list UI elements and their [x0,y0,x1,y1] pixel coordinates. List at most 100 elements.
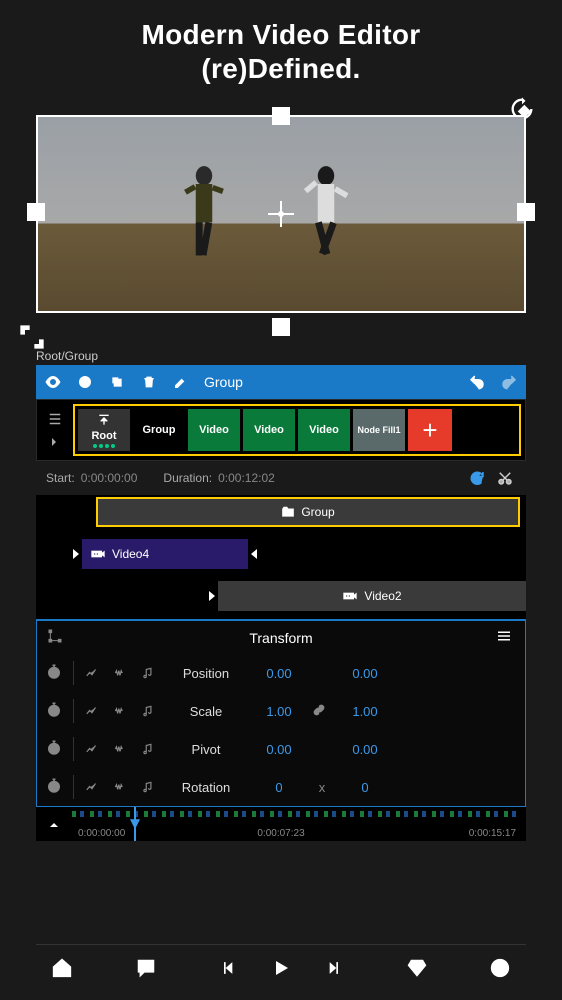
graph-icon[interactable] [82,704,102,718]
toolbar-group-label: Group [204,374,243,390]
clip-icon [342,590,358,602]
anchor-icon[interactable] [47,628,67,647]
redo-icon[interactable] [500,373,518,391]
breadcrumb: Root/Group [36,349,526,363]
visibility-icon[interactable] [44,373,62,391]
music-icon[interactable] [138,666,158,680]
undo-icon[interactable] [468,373,486,391]
transform-row-position: Position 0.00 0.00 [37,654,525,692]
chevron-up-icon[interactable] [46,817,62,836]
copy-icon[interactable] [108,373,126,391]
playhead[interactable] [134,807,136,841]
header-line2: (re)Defined. [10,52,552,86]
resize-handle-top[interactable] [272,107,290,125]
play-icon[interactable] [265,952,297,984]
chevron-right-icon[interactable] [46,434,64,452]
value-1[interactable]: 0 [254,780,304,795]
list-icon[interactable] [46,410,64,428]
wiggle-icon[interactable] [110,666,130,680]
prop-label: Pivot [166,742,246,757]
reset-icon[interactable] [466,467,488,489]
prop-label: Scale [166,704,246,719]
transform-title: Transform [67,630,495,646]
track-video2[interactable]: Video2 [206,581,526,611]
comment-icon[interactable] [130,952,162,984]
start-value[interactable]: 0:00:00:00 [81,471,138,485]
value-1[interactable]: 0.00 [254,666,304,681]
duration-value[interactable]: 0:00:12:02 [218,471,275,485]
cut-icon[interactable] [494,467,516,489]
ruler-time-2: 0:00:07:23 [257,828,304,839]
music-icon[interactable] [138,704,158,718]
header-line1: Modern Video Editor [10,18,552,52]
circle-icon[interactable] [76,373,94,391]
figure-1 [174,162,234,272]
resize-handle-bottom[interactable] [272,318,290,336]
link-icon[interactable] [312,703,332,720]
graph-icon[interactable] [82,742,102,756]
resize-handle-right[interactable] [517,203,535,221]
edit-icon[interactable] [172,373,190,391]
transform-header: Transform [37,621,525,654]
root-dots [93,444,115,448]
duration-label: Duration: [163,471,212,485]
wiggle-icon[interactable] [110,780,130,794]
wiggle-icon[interactable] [110,704,130,718]
layer-strip: Root Group Video Video Video Node Fill1 … [73,404,521,456]
stopwatch-icon[interactable] [45,739,65,760]
promo-header: Modern Video Editor (re)Defined. [0,0,562,97]
diamond-icon[interactable] [401,952,433,984]
editor-body: Group Root Group Video Video Video Node … [36,365,526,841]
center-crosshair [268,201,294,227]
clip-icon [90,548,106,560]
value-2[interactable]: 0.00 [340,666,390,681]
thumb-video-3[interactable]: Video [298,409,350,451]
preview-content [38,117,524,311]
stopwatch-icon[interactable] [45,701,65,722]
add-layer-button[interactable]: + [408,409,452,451]
time-ruler[interactable]: 0:00:00:00 0:00:07:23 0:00:15:17 [36,807,526,841]
graph-icon[interactable] [82,666,102,680]
track-area[interactable]: Group Video4 Video2 [36,495,526,619]
thumb-video-2[interactable]: Video [243,409,295,451]
delete-icon[interactable] [140,373,158,391]
track-group[interactable]: Group [96,497,520,527]
timeline-info: Start: 0:00:00:00 Duration: 0:00:12:02 [36,461,526,495]
help-icon[interactable] [484,952,516,984]
track-video2-label: Video2 [364,589,401,603]
value-1[interactable]: 1.00 [254,704,304,719]
value-2[interactable]: 1.00 [340,704,390,719]
music-icon[interactable] [138,742,158,756]
music-icon[interactable] [138,780,158,794]
home-icon[interactable] [46,952,78,984]
toolbar-blue: Group [36,365,526,399]
transform-panel: Transform Position 0.00 0.00 Scale 1.00 … [36,619,526,807]
thumb-video-1[interactable]: Video [188,409,240,451]
figure-2 [296,162,356,272]
value-2[interactable]: 0 [340,780,390,795]
menu-icon[interactable] [495,627,515,648]
value-1[interactable]: 0.00 [254,742,304,757]
step-forward-icon[interactable] [317,952,349,984]
step-back-icon[interactable] [213,952,245,984]
bottom-nav [36,944,526,990]
crop-icon[interactable] [18,323,46,351]
playback-controls [213,952,349,984]
ruler-time-1: 0:00:00:00 [78,828,125,839]
stopwatch-icon[interactable] [45,663,65,684]
x-label: x [312,780,332,795]
value-2[interactable]: 0.00 [340,742,390,757]
prop-label: Rotation [166,780,246,795]
track-video4[interactable]: Video4 [70,539,260,569]
preview-frame[interactable] [36,115,526,313]
start-label: Start: [46,471,75,485]
wiggle-icon[interactable] [110,742,130,756]
layer-sidebar [41,404,69,456]
graph-icon[interactable] [82,780,102,794]
resize-handle-left[interactable] [27,203,45,221]
thumb-group[interactable]: Group [133,409,185,451]
root-tile[interactable]: Root [78,409,130,451]
transform-row-rotation: Rotation 0 x 0 [37,768,525,806]
thumb-nodefill[interactable]: Node Fill1 [353,409,405,451]
stopwatch-icon[interactable] [45,777,65,798]
